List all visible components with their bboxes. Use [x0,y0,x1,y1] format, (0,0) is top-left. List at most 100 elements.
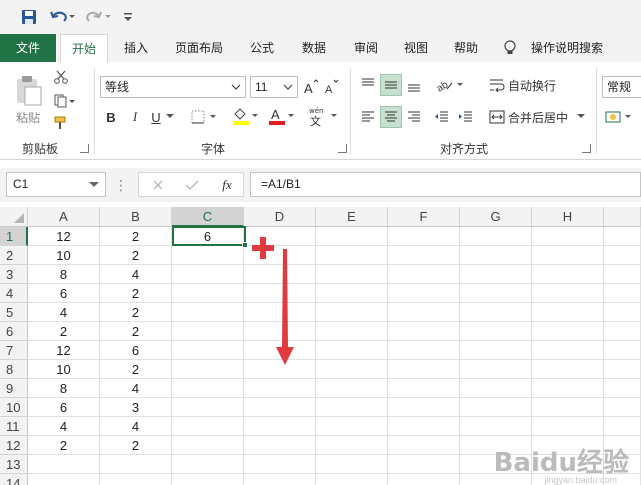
column-header-f[interactable]: F [388,207,460,227]
format-painter-icon[interactable] [52,114,70,132]
row-header[interactable]: 1 [0,227,28,246]
cell[interactable] [532,303,604,322]
cell[interactable] [100,455,172,474]
column-header-g[interactable]: G [460,207,532,227]
align-left-icon[interactable] [358,106,378,128]
cell[interactable] [388,417,460,436]
middle-align-icon[interactable] [380,74,402,96]
wrap-text-icon[interactable] [488,74,506,96]
column-header-next[interactable] [604,207,641,227]
cell[interactable] [604,417,641,436]
cell[interactable] [316,265,388,284]
cell[interactable]: 4 [100,417,172,436]
cell[interactable] [388,360,460,379]
cell[interactable]: 12 [28,227,100,246]
row-header[interactable]: 2 [0,246,28,265]
cell[interactable] [316,474,388,485]
cell[interactable] [532,398,604,417]
align-center-icon[interactable] [380,106,402,128]
borders-icon[interactable] [190,106,220,128]
column-header-a[interactable]: A [28,207,100,227]
cell[interactable] [244,417,316,436]
cell[interactable] [532,246,604,265]
cell[interactable]: 4 [28,303,100,322]
cell[interactable]: 3 [100,398,172,417]
cell[interactable] [388,227,460,246]
cell[interactable] [28,474,100,485]
cell[interactable]: 8 [28,265,100,284]
cell[interactable]: 4 [28,417,100,436]
cell[interactable]: 2 [28,436,100,455]
row-header[interactable]: 8 [0,360,28,379]
merge-center-button[interactable]: 合并后居中 [508,106,572,128]
cell[interactable] [604,303,641,322]
cell[interactable] [604,398,641,417]
bold-button[interactable]: B [102,106,120,128]
cell[interactable] [532,417,604,436]
cut-icon[interactable] [52,68,70,86]
redo-icon[interactable] [84,6,112,28]
font-name-combo[interactable]: 等线 [100,76,246,98]
column-header-b[interactable]: B [100,207,172,227]
cell[interactable] [532,227,604,246]
italic-button[interactable]: I [126,106,144,128]
cell[interactable] [244,436,316,455]
cell[interactable] [316,246,388,265]
cell[interactable]: 10 [28,246,100,265]
paste-button[interactable]: 粘贴 [10,70,46,130]
cell[interactable] [316,322,388,341]
cell[interactable] [460,417,532,436]
cell[interactable] [460,398,532,417]
cell[interactable] [316,303,388,322]
undo-icon[interactable] [48,6,76,28]
save-icon[interactable] [18,6,40,28]
underline-dropdown-icon[interactable] [164,106,176,128]
cell[interactable] [532,265,604,284]
row-header[interactable]: 3 [0,265,28,284]
cell[interactable] [532,360,604,379]
cell[interactable] [604,265,641,284]
row-header[interactable]: 9 [0,379,28,398]
insert-function-button[interactable]: fx [217,176,237,194]
column-header-e[interactable]: E [316,207,388,227]
cell[interactable] [172,474,244,485]
cell[interactable] [388,265,460,284]
cell[interactable] [172,265,244,284]
cell[interactable] [388,474,460,485]
cell[interactable]: 2 [100,360,172,379]
row-header[interactable]: 13 [0,455,28,474]
cell[interactable]: 8 [28,379,100,398]
cell[interactable]: 2 [100,303,172,322]
cell[interactable] [460,265,532,284]
top-align-icon[interactable] [358,74,378,96]
merge-dropdown-icon[interactable] [574,106,588,128]
cell[interactable] [604,360,641,379]
select-all-corner[interactable] [0,207,28,227]
cell[interactable] [460,360,532,379]
cell[interactable] [460,246,532,265]
cell[interactable] [604,322,641,341]
cell[interactable] [172,417,244,436]
fill-handle[interactable] [242,242,248,248]
cell[interactable] [460,379,532,398]
cell[interactable] [316,284,388,303]
tab-help[interactable]: 帮助 [446,34,486,62]
cell[interactable] [172,379,244,398]
column-header-d[interactable]: D [244,207,316,227]
cell[interactable] [244,379,316,398]
cell[interactable] [316,436,388,455]
row-header[interactable]: 11 [0,417,28,436]
copy-icon[interactable] [52,92,78,110]
increase-font-size-icon[interactable]: A [302,76,320,98]
cell[interactable] [316,417,388,436]
cell[interactable]: 2 [28,322,100,341]
cell[interactable]: 2 [100,246,172,265]
column-header-h[interactable]: H [532,207,604,227]
cell[interactable] [172,436,244,455]
cell[interactable]: 4 [100,265,172,284]
cell[interactable]: 10 [28,360,100,379]
tab-file[interactable]: 文件 [0,34,56,62]
cell[interactable] [28,455,100,474]
cell[interactable] [532,379,604,398]
merge-center-icon[interactable] [488,106,506,128]
